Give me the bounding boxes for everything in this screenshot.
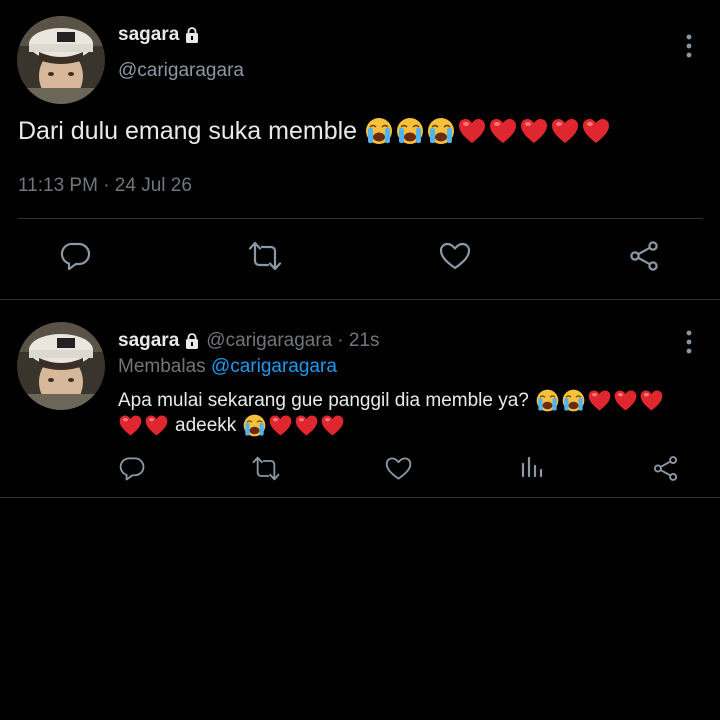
emoji-row	[364, 116, 611, 146]
red-heart-icon	[639, 388, 664, 413]
loudly-crying-face-icon	[364, 116, 394, 146]
tweet-author: sagara @carigaragara	[118, 24, 244, 82]
loudly-crying-face-icon	[561, 388, 586, 413]
time-ago[interactable]: · 21s	[337, 330, 379, 352]
lock-icon	[184, 333, 200, 349]
reply-icon	[119, 455, 146, 482]
reply-button[interactable]	[119, 455, 146, 482]
tweet-text: Dari dulu emang suka memble	[18, 116, 611, 146]
tweet-actions	[0, 240, 720, 280]
red-heart-icon	[457, 116, 487, 146]
share-button[interactable]	[628, 240, 660, 272]
main-tweet: sagara @carigaragara Dari dulu emang suk…	[0, 0, 720, 300]
red-heart-icon	[581, 116, 611, 146]
emoji-row	[535, 388, 664, 413]
lock-icon	[184, 27, 200, 43]
emoji-row	[118, 413, 169, 438]
display-name-text: sagara	[118, 330, 180, 351]
reply-text-content: Apa mulai sekarang gue panggil dia membl…	[118, 390, 529, 411]
emoji-row	[242, 413, 345, 438]
share-icon	[652, 455, 679, 482]
avatar-image	[17, 322, 105, 410]
handle[interactable]: @carigaragara	[118, 60, 244, 82]
tweet-actions	[0, 455, 720, 485]
loudly-crying-face-icon	[395, 116, 425, 146]
display-name[interactable]: sagara	[118, 330, 200, 352]
tweet-text-content: Dari dulu emang suka memble	[18, 116, 358, 145]
more-options-button[interactable]	[686, 34, 692, 58]
share-button[interactable]	[652, 455, 679, 482]
red-heart-icon	[294, 413, 319, 438]
reply-text-content: adeekk	[175, 415, 237, 436]
red-heart-icon	[587, 388, 612, 413]
reply-button[interactable]	[60, 240, 92, 272]
like-icon	[385, 455, 412, 482]
red-heart-icon	[488, 116, 518, 146]
retweet-button[interactable]	[247, 240, 283, 272]
avatar[interactable]	[17, 322, 105, 410]
reply-author: sagara @carigaragara · 21s	[118, 330, 380, 352]
like-button[interactable]	[385, 455, 412, 482]
red-heart-icon	[268, 413, 293, 438]
red-heart-icon	[550, 116, 580, 146]
avatar[interactable]	[17, 16, 105, 104]
like-icon	[439, 240, 471, 272]
views-button[interactable]	[520, 455, 544, 479]
reply-tweet[interactable]: sagara @carigaragara · 21s Membalas @car…	[0, 300, 720, 498]
mention-link[interactable]: @carigaragara	[211, 356, 337, 377]
red-heart-icon	[519, 116, 549, 146]
red-heart-icon	[613, 388, 638, 413]
tweet-timestamp[interactable]: 11:13 PM · 24 Jul 26	[18, 175, 192, 197]
red-heart-icon	[144, 413, 169, 438]
red-heart-icon	[320, 413, 345, 438]
avatar-image	[17, 16, 105, 104]
replying-prefix: Membalas	[118, 356, 206, 377]
loudly-crying-face-icon	[426, 116, 456, 146]
loudly-crying-face-icon	[242, 413, 267, 438]
views-icon	[520, 455, 544, 479]
display-name[interactable]: sagara	[118, 24, 200, 46]
red-heart-icon	[118, 413, 143, 438]
retweet-icon	[251, 455, 281, 482]
reply-icon	[60, 240, 92, 272]
retweet-button[interactable]	[251, 455, 281, 482]
display-name-text: sagara	[118, 24, 180, 45]
handle[interactable]: @carigaragara	[206, 330, 332, 352]
retweet-icon	[247, 240, 283, 272]
divider	[18, 218, 703, 219]
more-options-button[interactable]	[686, 330, 692, 354]
more-icon	[686, 34, 692, 58]
reply-text: Apa mulai sekarang gue panggil dia membl…	[118, 388, 688, 438]
replying-to: Membalas @carigaragara	[118, 356, 337, 378]
loudly-crying-face-icon	[535, 388, 560, 413]
reply-text-line: adeekk	[118, 413, 688, 438]
share-icon	[628, 240, 660, 272]
more-icon	[686, 330, 692, 354]
like-button[interactable]	[439, 240, 471, 272]
reply-text-line: Apa mulai sekarang gue panggil dia membl…	[118, 388, 688, 413]
